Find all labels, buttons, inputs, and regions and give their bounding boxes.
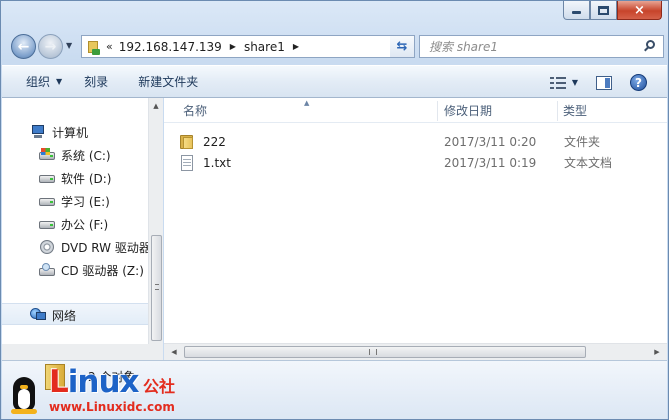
folder-icon: [179, 134, 195, 150]
views-dropdown-icon[interactable]: ▼: [572, 78, 578, 87]
command-bar: 组织 ▼ 刻录 新建文件夹 ▼ ?: [2, 65, 667, 98]
drive-icon: [39, 194, 55, 208]
network-folder-icon: [88, 39, 100, 55]
navigation-bar: ← → ▼ « 192.168.147.139 ▶ share1 ▶ ▼ ⇆ 搜…: [9, 33, 664, 59]
sidebar-item-dvd-drive[interactable]: DVD RW 驱动器: [39, 237, 151, 257]
breadcrumb-share[interactable]: share1: [244, 40, 285, 54]
burn-button[interactable]: 刻录: [78, 70, 114, 94]
help-icon[interactable]: ?: [630, 74, 647, 91]
file-type: 文本文档: [564, 156, 613, 170]
sort-ascending-icon: ▲: [304, 99, 310, 107]
watermark-logo: Linux 公社 www.Linuxidc.com: [5, 361, 185, 419]
new-folder-button[interactable]: 新建文件夹: [132, 70, 204, 94]
sidebar-item-label: 计算机: [52, 125, 89, 140]
organize-button[interactable]: 组织 ▼: [20, 70, 68, 94]
scroll-left-icon[interactable]: ◀: [166, 344, 182, 360]
back-button[interactable]: ←: [11, 34, 36, 59]
scroll-right-icon[interactable]: ▶: [649, 344, 665, 360]
network-icon: [30, 308, 46, 322]
organize-label: 组织: [26, 75, 51, 89]
sidebar-item-label: CD 驱动器 (Z:): [61, 263, 144, 278]
caption-buttons: ×: [563, 1, 662, 20]
maximize-button[interactable]: [590, 1, 617, 20]
search-icon[interactable]: [643, 39, 657, 54]
file-type: 文件夹: [564, 135, 601, 149]
cd-drive-icon: [39, 263, 55, 277]
file-date: 2017/3/11 0:19: [444, 155, 537, 170]
recent-pages-dropdown-icon[interactable]: ▼: [66, 41, 72, 50]
refresh-icon: ⇆: [396, 39, 408, 54]
sidebar-item-network[interactable]: 网络: [30, 305, 76, 325]
views-icon[interactable]: [549, 76, 568, 90]
drive-icon: [39, 217, 55, 231]
watermark-url: www.Linuxidc.com: [49, 400, 175, 414]
breadcrumb-chevron-icon[interactable]: ▶: [293, 42, 299, 51]
sidebar-item-label: 软件 (D:): [61, 171, 112, 186]
back-arrow-icon: ←: [17, 38, 30, 55]
column-label: 名称: [183, 104, 208, 118]
column-headers: ▲ 名称 修改日期 类型: [164, 98, 667, 123]
chevron-down-icon: ▼: [56, 77, 63, 86]
sidebar-scrollbar[interactable]: ▲ ▼: [148, 98, 163, 360]
column-divider[interactable]: [557, 101, 558, 121]
minimize-button[interactable]: [563, 1, 590, 20]
column-label: 类型: [563, 104, 588, 118]
text-file-icon: [179, 154, 195, 171]
sidebar-item-label: 网络: [52, 308, 77, 323]
file-list: ▲ 名称 修改日期 类型 222 2017/3/11 0:20 文件夹 1.tx…: [164, 98, 667, 360]
minimize-icon: [572, 11, 581, 14]
file-row[interactable]: 1.txt 2017/3/11 0:19 文本文档: [179, 152, 667, 173]
column-divider[interactable]: [437, 101, 438, 121]
navigation-pane: 计算机 系统 (C:) 软件 (D:) 学习 (E:) 办公 (F:) DVD …: [2, 98, 163, 360]
computer-icon: [30, 125, 46, 139]
burn-label: 刻录: [84, 75, 109, 89]
file-date: 2017/3/11 0:20: [444, 134, 537, 149]
penguin-icon: [9, 377, 39, 415]
close-icon: ×: [634, 2, 645, 18]
file-name: 1.txt: [203, 155, 231, 170]
scrollbar-thumb[interactable]: [151, 235, 162, 341]
sidebar-item-label: 系统 (C:): [61, 148, 111, 163]
maximize-icon: [598, 5, 609, 15]
file-name: 222: [203, 134, 226, 149]
preview-pane-icon[interactable]: [596, 75, 612, 90]
sidebar-item-drive-e[interactable]: 学习 (E:): [39, 191, 110, 211]
system-drive-icon: [39, 148, 55, 162]
explorer-window: × ← → ▼ « 192.168.147.139 ▶ share1 ▶ ▼ ⇆…: [0, 0, 669, 420]
dvd-drive-icon: [39, 240, 55, 254]
forward-arrow-icon: →: [44, 38, 57, 55]
column-label: 修改日期: [444, 104, 493, 118]
close-button[interactable]: ×: [617, 1, 662, 20]
scrollbar-thumb[interactable]: [184, 346, 586, 358]
breadcrumb-chevron-icon[interactable]: ▶: [230, 42, 236, 51]
sidebar-item-label: DVD RW 驱动器: [61, 240, 151, 255]
breadcrumb-overflow[interactable]: «: [106, 40, 113, 53]
sidebar-item-label: 学习 (E:): [61, 194, 110, 209]
sidebar-item-drive-c[interactable]: 系统 (C:): [39, 145, 111, 165]
refresh-button[interactable]: ⇆: [390, 35, 415, 58]
watermark-brand-cn: 公社: [143, 377, 176, 396]
sidebar-item-drive-f[interactable]: 办公 (F:): [39, 214, 108, 234]
breadcrumb-host[interactable]: 192.168.147.139: [119, 40, 222, 54]
column-header-date[interactable]: 修改日期: [444, 98, 492, 123]
new-folder-label: 新建文件夹: [138, 75, 199, 89]
drive-icon: [39, 171, 55, 185]
sidebar-item-cd-drive[interactable]: CD 驱动器 (Z:): [39, 260, 144, 280]
horizontal-scrollbar[interactable]: ◀ ▶: [164, 343, 667, 360]
file-row[interactable]: 222 2017/3/11 0:20 文件夹: [179, 131, 667, 152]
sidebar-item-drive-d[interactable]: 软件 (D:): [39, 168, 111, 188]
search-input[interactable]: 搜索 share1: [429, 38, 643, 55]
search-box[interactable]: 搜索 share1: [419, 35, 664, 58]
address-bar[interactable]: « 192.168.147.139 ▶ share1 ▶ ▼: [81, 35, 408, 58]
watermark-brand: Linux: [49, 364, 140, 400]
column-header-type[interactable]: 类型: [563, 98, 587, 123]
sidebar-item-computer[interactable]: 计算机: [30, 122, 88, 142]
scroll-up-icon[interactable]: ▲: [149, 98, 163, 114]
sidebar-item-label: 办公 (F:): [61, 217, 109, 232]
sidebar-bottom-bar: [2, 344, 163, 360]
column-header-name[interactable]: 名称: [183, 98, 207, 123]
forward-button[interactable]: →: [38, 34, 63, 59]
